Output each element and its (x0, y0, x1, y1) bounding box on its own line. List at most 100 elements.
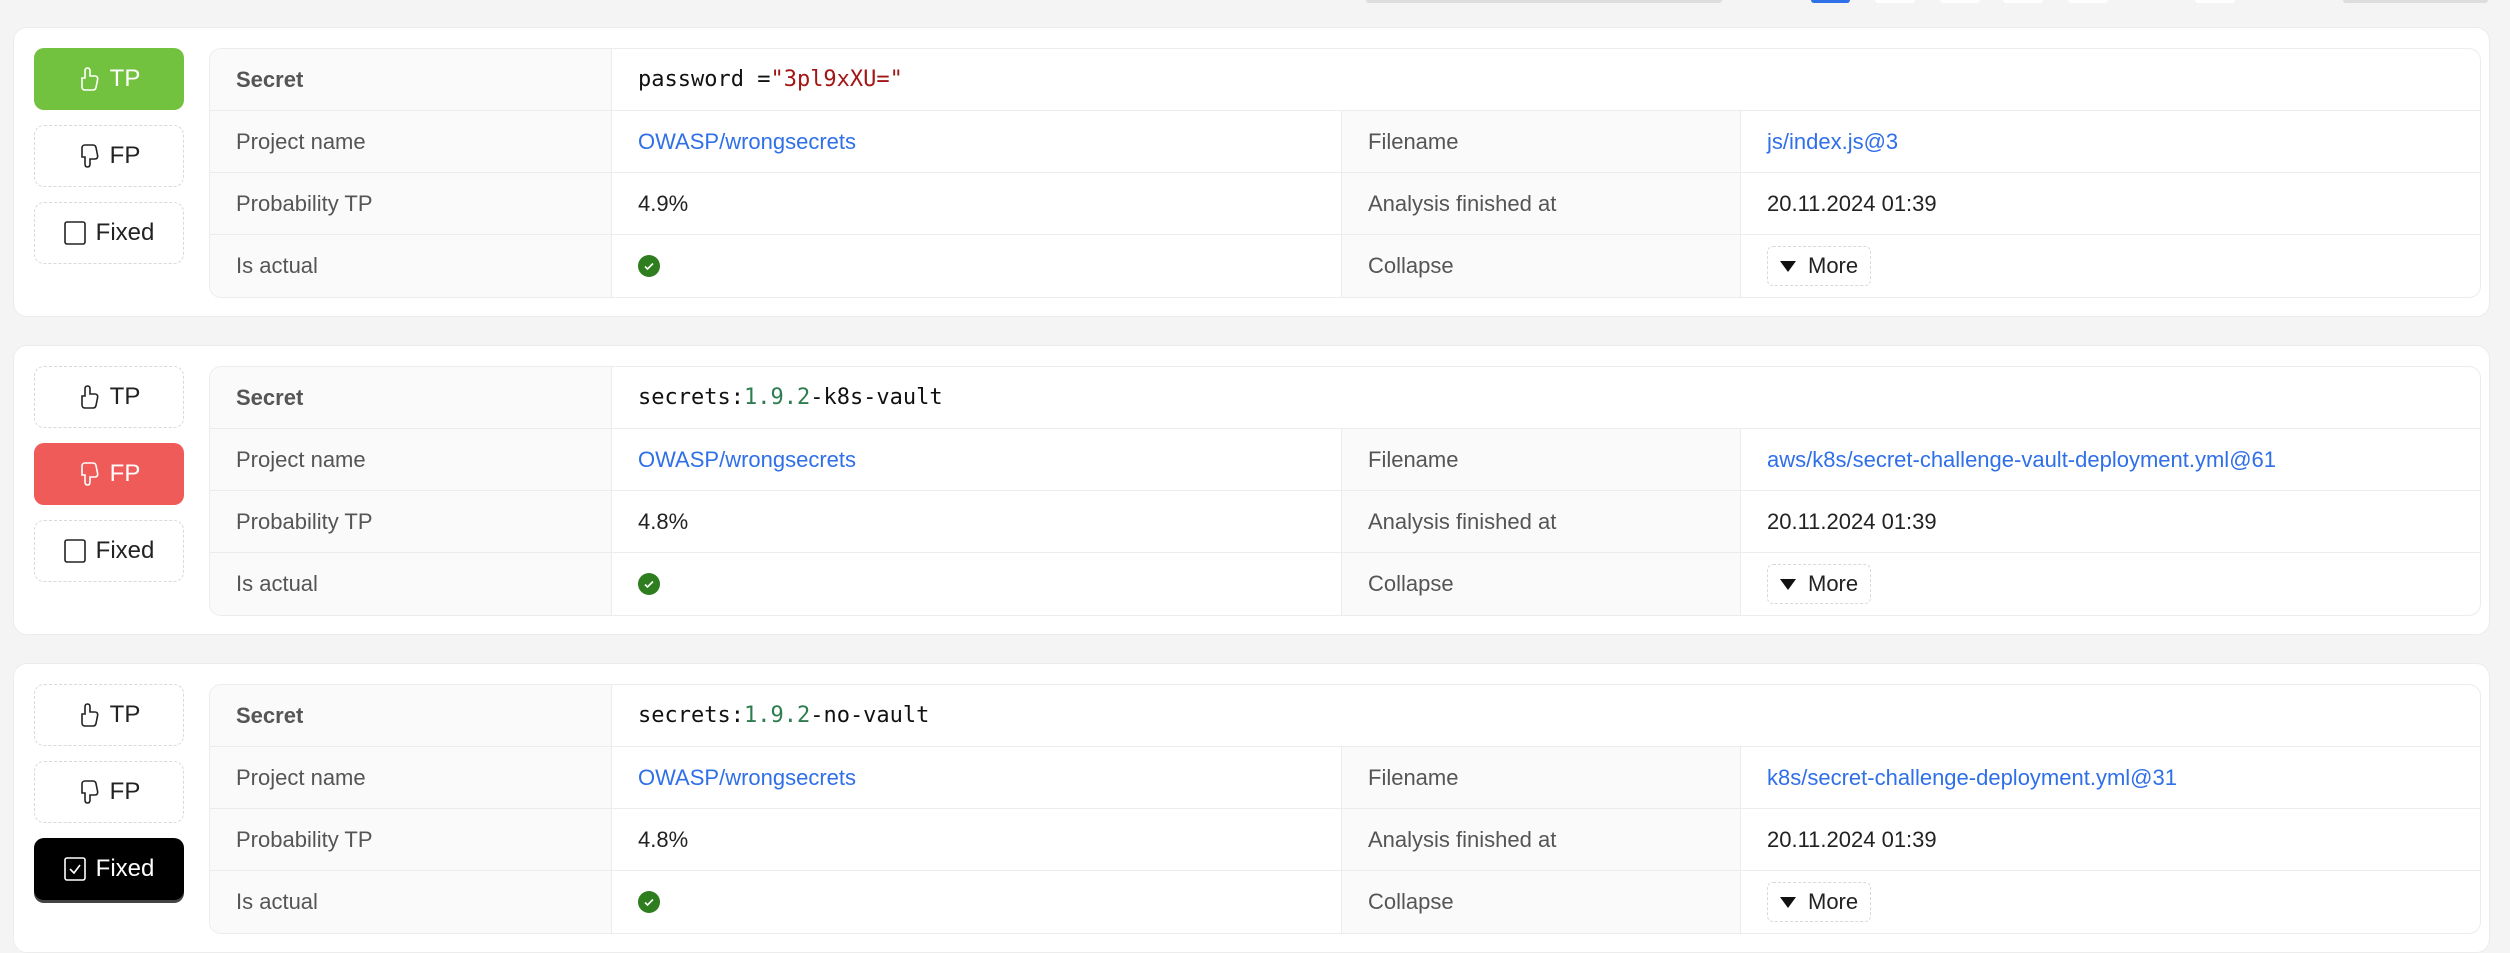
table-row: Project name OWASP/wrongsecrets Filename… (210, 111, 2480, 173)
caret-down-icon (1780, 260, 1796, 272)
filename-link[interactable]: k8s/secret-challenge-deployment.yml@31 (1767, 765, 2177, 791)
secret-value: password = "3pl9xXU=" (612, 49, 2480, 110)
fixed-button[interactable]: Fixed (34, 838, 184, 900)
probability-label: Probability TP (210, 173, 612, 234)
is-actual-label: Is actual (210, 235, 612, 297)
analysis-label: Analysis finished at (1341, 491, 1741, 552)
analysis-label: Analysis finished at (1341, 809, 1741, 870)
pagination-size-select[interactable] (1366, 0, 1722, 3)
project-name-label: Project name (210, 747, 612, 808)
table-row: Is actual Collapse More (210, 553, 2480, 615)
pagination-page[interactable] (2003, 0, 2043, 3)
is-actual-label: Is actual (210, 553, 612, 615)
table-row-secret: Secret password = "3pl9xXU=" (210, 49, 2480, 111)
check-circle-icon (638, 255, 660, 277)
secret-token: -no-vault (810, 703, 930, 728)
collapse-label: Collapse (1341, 235, 1741, 297)
more-label: More (1808, 889, 1859, 914)
check-circle-icon (638, 573, 660, 595)
checkbox-checked-icon (63, 857, 86, 881)
more-button[interactable]: More (1767, 882, 1872, 922)
tp-button[interactable]: TP (34, 48, 184, 110)
fp-button[interactable]: FP (34, 443, 184, 505)
secret-value: secrets: 1.9.2 -no-vault (612, 685, 2480, 746)
secret-card: TP FP Fixed Secret password = "3pl9xXU="… (13, 27, 2490, 317)
table-row: Probability TP 4.9% Analysis finished at… (210, 173, 2480, 235)
table-row: Is actual Collapse More (210, 235, 2480, 297)
secret-details-table: Secret secrets: 1.9.2 -no-vault Project na… (209, 684, 2481, 934)
probability-label: Probability TP (210, 491, 612, 552)
fp-button[interactable]: FP (34, 761, 184, 823)
filename-label: Filename (1341, 429, 1741, 490)
secret-value: secrets: 1.9.2 -k8s-vault (612, 367, 2480, 428)
more-button[interactable]: More (1767, 246, 1872, 286)
pagination-page[interactable] (2195, 0, 2235, 3)
secret-card: TP FP Fixed Secret secrets: 1.9.2 -no-vaul… (13, 663, 2490, 953)
analysis-value: 20.11.2024 01:39 (1767, 508, 1937, 534)
caret-down-icon (1780, 578, 1796, 590)
filename-label: Filename (1341, 747, 1741, 808)
project-name-label: Project name (210, 429, 612, 490)
fixed-label: Fixed (95, 855, 155, 882)
thumbs-down-icon (80, 462, 99, 486)
analysis-label: Analysis finished at (1341, 173, 1741, 234)
more-label: More (1808, 571, 1859, 596)
analysis-value: 20.11.2024 01:39 (1767, 190, 1937, 216)
fp-label: FP (109, 142, 141, 169)
table-row-secret: Secret secrets: 1.9.2 -no-vault (210, 685, 2480, 747)
secret-details-table: Secret secrets: 1.9.2 -k8s-vault Project n… (209, 366, 2481, 616)
verdict-buttons: TP FP Fixed (34, 366, 184, 597)
pagination-page-active[interactable] (1811, 0, 1850, 3)
table-row: Probability TP 4.8% Analysis finished at… (210, 809, 2480, 871)
table-row: Probability TP 4.8% Analysis finished at… (210, 491, 2480, 553)
project-name-link[interactable]: OWASP/wrongsecrets (638, 765, 856, 791)
project-name-link[interactable]: OWASP/wrongsecrets (638, 447, 856, 473)
collapse-label: Collapse (1341, 553, 1741, 615)
secret-label: Secret (210, 685, 612, 746)
analysis-value: 20.11.2024 01:39 (1767, 826, 1937, 852)
collapse-label: Collapse (1341, 871, 1741, 933)
filename-link[interactable]: js/index.js@3 (1767, 129, 1898, 155)
fixed-label: Fixed (95, 537, 155, 564)
thumbs-up-icon (80, 385, 99, 409)
caret-down-icon (1780, 896, 1796, 908)
secret-token: "3pl9xXU=" (770, 67, 903, 92)
project-name-link[interactable]: OWASP/wrongsecrets (638, 129, 856, 155)
fp-button[interactable]: FP (34, 125, 184, 187)
fixed-label: Fixed (95, 219, 155, 246)
pagination-page[interactable] (1875, 0, 1915, 3)
tp-label: TP (109, 383, 141, 410)
tp-label: TP (109, 701, 141, 728)
checkbox-icon (63, 221, 86, 245)
fp-label: FP (109, 778, 141, 805)
pagination-page[interactable] (1940, 0, 1980, 3)
probability-value: 4.9% (638, 190, 689, 216)
probability-value: 4.8% (638, 826, 689, 852)
checkbox-icon (63, 539, 86, 563)
filename-link[interactable]: aws/k8s/secret-challenge-vault-deploymen… (1767, 447, 2276, 473)
secret-details-table: Secret password = "3pl9xXU=" Project nam… (209, 48, 2481, 298)
more-label: More (1808, 253, 1859, 278)
check-circle-icon (638, 891, 660, 913)
thumbs-down-icon (80, 144, 99, 168)
tp-label: TP (109, 65, 141, 92)
pagination-goto[interactable] (2343, 0, 2488, 3)
fixed-button[interactable]: Fixed (34, 202, 184, 264)
tp-button[interactable]: TP (34, 366, 184, 428)
table-row-secret: Secret secrets: 1.9.2 -k8s-vault (210, 367, 2480, 429)
secret-token: secrets: (638, 385, 744, 410)
secret-token: 1.9.2 (743, 703, 811, 728)
fixed-button[interactable]: Fixed (34, 520, 184, 582)
project-name-label: Project name (210, 111, 612, 172)
pagination-page[interactable] (2068, 0, 2108, 3)
thumbs-up-icon (80, 703, 99, 727)
fp-label: FP (109, 460, 141, 487)
probability-label: Probability TP (210, 809, 612, 870)
verdict-buttons: TP FP Fixed (34, 48, 184, 279)
more-button[interactable]: More (1767, 564, 1872, 604)
probability-value: 4.8% (638, 508, 689, 534)
thumbs-down-icon (80, 780, 99, 804)
tp-button[interactable]: TP (34, 684, 184, 746)
secret-card: TP FP Fixed Secret secrets: 1.9.2 -k8s-vau… (13, 345, 2490, 635)
verdict-buttons: TP FP Fixed (34, 684, 184, 915)
